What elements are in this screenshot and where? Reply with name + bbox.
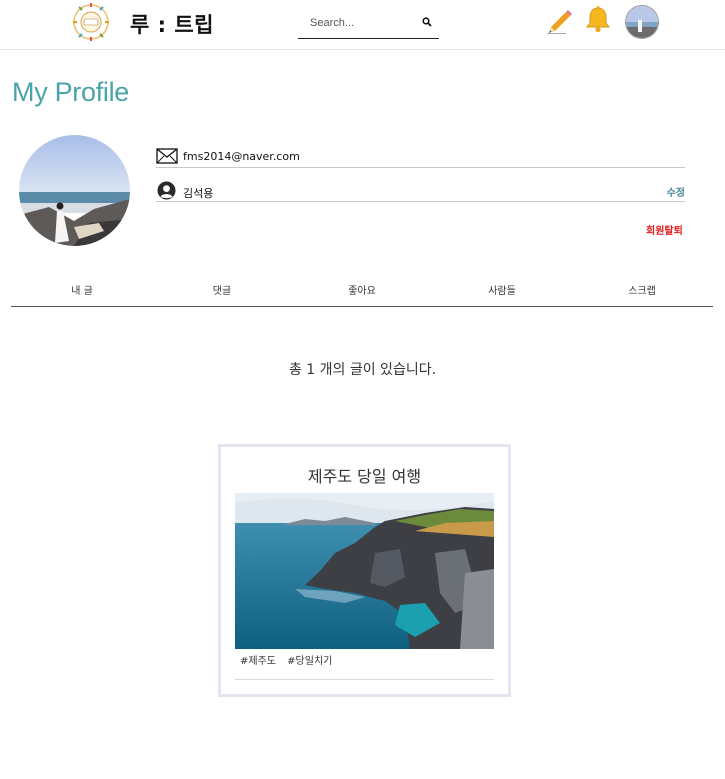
user-icon bbox=[157, 181, 176, 200]
brand-name[interactable]: 루 : 트립 bbox=[130, 9, 214, 39]
email-value: fms2014@naver.com bbox=[183, 150, 300, 163]
search-input[interactable] bbox=[310, 13, 414, 33]
tab-comments[interactable]: 댓글 bbox=[213, 282, 231, 297]
name-value: 김석용 bbox=[183, 187, 214, 200]
name-row: 김석용 수정 bbox=[156, 181, 685, 202]
post-card[interactable]: 제주도 당일 여행 #제주도 #당일치기 bbox=[218, 444, 511, 697]
pencil-icon[interactable] bbox=[546, 6, 574, 34]
withdraw-button[interactable]: 회원탈퇴 bbox=[646, 222, 683, 237]
bell-icon[interactable] bbox=[585, 5, 611, 33]
tab-scrap[interactable]: 스크랩 bbox=[628, 282, 656, 297]
tag[interactable]: #당일치기 bbox=[287, 656, 332, 667]
edit-button[interactable]: 수정 bbox=[667, 184, 685, 199]
post-tags: #제주도 #당일치기 bbox=[240, 652, 340, 667]
top-nav: 루 : 트립 bbox=[0, 0, 725, 50]
page-title: My Profile bbox=[12, 77, 130, 107]
tab-people[interactable]: 사람들 bbox=[488, 282, 516, 297]
mail-icon bbox=[156, 148, 178, 164]
profile-tabs: 내 글 댓글 좋아요 사람들 스크랩 bbox=[11, 277, 713, 307]
tab-my-posts[interactable]: 내 글 bbox=[71, 282, 93, 297]
tab-likes[interactable]: 좋아요 bbox=[348, 282, 376, 297]
post-count: 총 1 개의 글이 있습니다. bbox=[288, 362, 437, 378]
divider bbox=[235, 679, 494, 680]
post-title[interactable]: 제주도 당일 여행 bbox=[221, 463, 508, 487]
search-icon[interactable] bbox=[422, 17, 432, 27]
logo-icon[interactable] bbox=[68, 2, 114, 42]
search-box bbox=[298, 8, 439, 39]
avatar[interactable] bbox=[625, 5, 659, 39]
post-thumbnail[interactable] bbox=[235, 493, 494, 649]
email-row: fms2014@naver.com bbox=[156, 148, 685, 168]
profile-photo bbox=[19, 135, 130, 246]
tag[interactable]: #제주도 bbox=[240, 656, 276, 667]
